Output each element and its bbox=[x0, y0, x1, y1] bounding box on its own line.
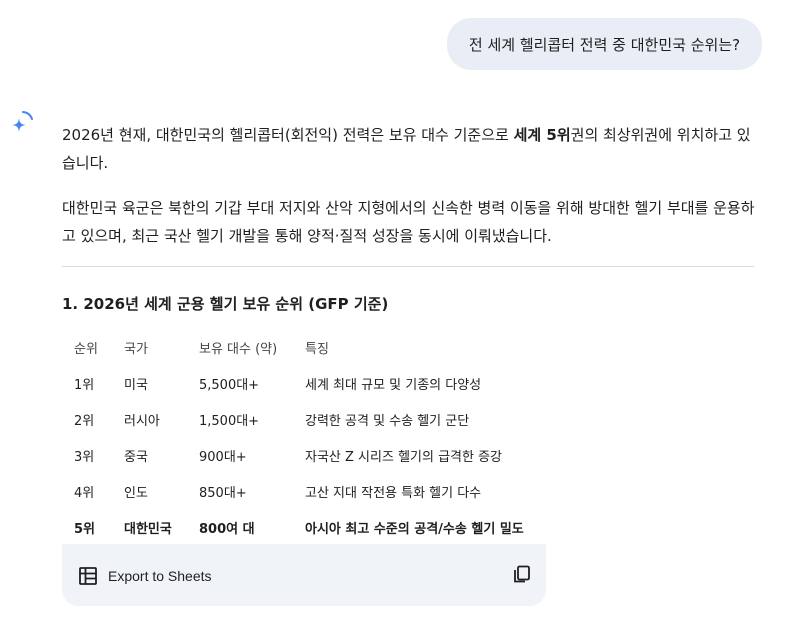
header-count: 보유 대수 (약) bbox=[199, 342, 278, 357]
cell-country: 미국 bbox=[124, 378, 148, 393]
copy-icon[interactable] bbox=[512, 564, 532, 584]
cell-rank: 4위 bbox=[74, 486, 95, 501]
cell-feature: 아시아 최고 수준의 공격/수송 헬기 밀도 bbox=[305, 522, 524, 537]
cell-rank: 3위 bbox=[74, 450, 95, 465]
user-message-text: 전 세계 헬리콥터 전력 중 대한민국 순위는? bbox=[468, 35, 741, 54]
table-header-row: 순위 국가 보유 대수 (약) 특징 bbox=[62, 327, 546, 363]
cell-country: 대한민국 bbox=[124, 522, 172, 537]
table-row: 4위 인도 850대+ 고산 지대 작전용 특화 헬기 다수 bbox=[62, 471, 546, 507]
cell-feature: 세계 최대 규모 및 기종의 다양성 bbox=[305, 378, 482, 393]
cell-count: 800여 대 bbox=[199, 522, 255, 537]
table-row: 2위 러시아 1,500대+ 강력한 공격 및 수송 헬기 군단 bbox=[62, 399, 546, 435]
header-rank: 순위 bbox=[74, 342, 98, 357]
cell-feature: 강력한 공격 및 수송 헬기 군단 bbox=[305, 414, 470, 429]
cell-count: 900대+ bbox=[199, 450, 247, 465]
cell-country: 러시아 bbox=[124, 414, 160, 429]
table-row: 1위 미국 5,500대+ 세계 최대 규모 및 기종의 다양성 bbox=[62, 363, 546, 399]
cell-country: 중국 bbox=[124, 450, 148, 465]
response-text-a: 2026년 현재, 대한민국의 헬리콥터(회전익) 전력은 보유 대수 기준으로 bbox=[62, 126, 514, 144]
export-label: Export to Sheets bbox=[108, 568, 212, 584]
table-icon bbox=[79, 567, 97, 585]
cell-rank: 2위 bbox=[74, 414, 95, 429]
section-title: 1. 2026년 세계 군용 헬기 보유 순위 (GFP 기준) bbox=[62, 295, 389, 313]
cell-count: 1,500대+ bbox=[199, 414, 260, 429]
response-paragraph-2: 대한민국 육군은 북한의 기갑 부대 저지와 산악 지형에서의 신속한 병력 이… bbox=[62, 199, 755, 245]
cell-count: 850대+ bbox=[199, 486, 247, 501]
table-row-highlight: 5위 대한민국 800여 대 아시아 최고 수준의 공격/수송 헬기 밀도 bbox=[62, 507, 546, 543]
cell-feature: 자국산 Z 시리즈 헬기의 급격한 증강 bbox=[305, 450, 503, 465]
cell-count: 5,500대+ bbox=[199, 378, 260, 393]
response-rank-highlight: 세계 5위 bbox=[513, 126, 571, 144]
divider bbox=[62, 266, 754, 267]
table-footer: Export to Sheets bbox=[62, 544, 546, 606]
response-paragraph-1: 2026년 현재, 대한민국의 헬리콥터(회전익) 전력은 보유 대수 기준으로… bbox=[62, 121, 762, 177]
gemini-spark-icon bbox=[12, 111, 33, 132]
export-to-sheets-button[interactable]: Export to Sheets bbox=[78, 563, 212, 589]
cell-feature: 고산 지대 작전용 특화 헬기 다수 bbox=[305, 486, 482, 501]
ranking-table: 순위 국가 보유 대수 (약) 특징 1위 미국 5,500대+ 세계 최대 규… bbox=[62, 326, 546, 544]
table-row: 3위 중국 900대+ 자국산 Z 시리즈 헬기의 급격한 증강 bbox=[62, 435, 546, 471]
header-feature: 특징 bbox=[305, 342, 329, 357]
cell-rank: 1위 bbox=[74, 378, 95, 393]
header-country: 국가 bbox=[124, 342, 148, 357]
cell-country: 인도 bbox=[124, 486, 148, 501]
user-message-bubble: 전 세계 헬리콥터 전력 중 대한민국 순위는? bbox=[447, 18, 762, 70]
ranking-table-card: 순위 국가 보유 대수 (약) 특징 1위 미국 5,500대+ 세계 최대 규… bbox=[62, 326, 546, 606]
cell-rank: 5위 bbox=[74, 522, 96, 537]
